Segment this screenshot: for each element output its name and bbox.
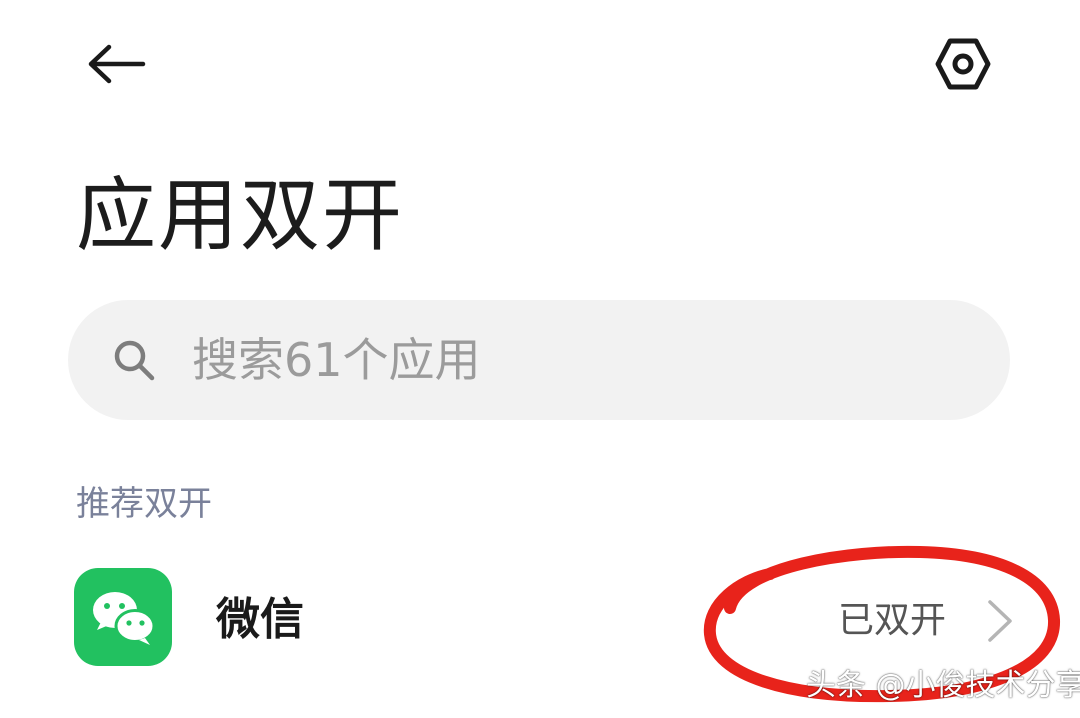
watermark: 头条 @小俊技术分享 [806,668,1080,703]
section-header-recommended: 推荐双开 [76,484,212,524]
app-name: 微信 [216,594,304,645]
hexagon-gear-icon [935,38,991,90]
wechat-icon [74,568,172,666]
settings-button[interactable] [930,34,996,94]
search-icon [110,336,158,384]
search-bar[interactable] [68,300,1010,420]
app-status: 已双开 [838,600,947,641]
app-row-wechat[interactable]: 微信 已双开 [0,556,1080,682]
search-input[interactable] [192,325,952,395]
chevron-right-icon [988,600,1012,642]
back-button[interactable] [78,34,154,94]
page-title: 应用双开 [76,169,404,262]
arrow-left-icon [88,44,146,84]
